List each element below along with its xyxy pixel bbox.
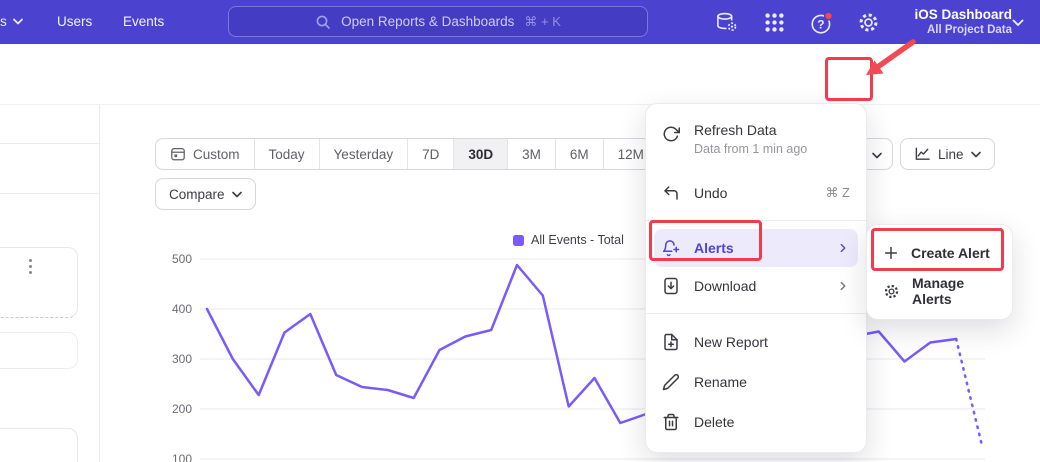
date-range-6m[interactable]: 6M [555, 139, 603, 169]
menu-item-label: Undo [694, 185, 727, 201]
y-axis-tick-label: 200 [172, 402, 192, 416]
undo-shortcut: ⌘ Z [825, 185, 850, 201]
left-sidebar [0, 104, 100, 462]
sidebar-card[interactable] [0, 428, 78, 462]
global-search-input[interactable]: Open Reports & Dashboards ⌘ + K [228, 6, 648, 37]
chart-type-button[interactable]: Line [900, 138, 995, 170]
search-shortcut-hint: ⌘ + K [524, 14, 561, 30]
menu-item-download[interactable]: Download [646, 267, 866, 305]
y-axis-tick-label: 500 [172, 252, 192, 266]
line-chart-icon [914, 146, 931, 162]
legend-label: All Events - Total [531, 233, 624, 247]
nav-item-cutoff-label: s [0, 14, 7, 29]
gear-icon [883, 283, 900, 300]
apps-grid-icon[interactable] [763, 11, 786, 34]
kebab-menu-icon[interactable] [29, 259, 32, 274]
menu-item-sublabel: Data from 1 min ago [694, 142, 807, 156]
svg-text:?: ? [817, 17, 824, 31]
menu-divider [646, 313, 866, 314]
refresh-icon [662, 125, 680, 143]
menu-item-undo[interactable]: Undo ⌘ Z [646, 174, 866, 212]
date-range-3m[interactable]: 3M [507, 139, 555, 169]
annotation-box-alerts [649, 220, 762, 261]
y-axis-tick-label: 300 [172, 352, 192, 366]
sidebar-card[interactable] [0, 247, 78, 318]
menu-item-label: Rename [694, 374, 747, 390]
chart-legend[interactable]: All Events - Total [513, 233, 624, 247]
nav-item-events[interactable]: Events [123, 14, 164, 29]
search-placeholder: Open Reports & Dashboards [341, 14, 514, 29]
project-scope: All Project Data [914, 23, 1012, 37]
project-name: iOS Dashboard [914, 6, 1012, 23]
annotation-arrow [855, 36, 921, 88]
date-range-label: Today [269, 147, 305, 162]
chevron-down-icon [232, 191, 242, 198]
calendar-icon [170, 146, 186, 162]
app-window: s Users Events Open Reports & Dashboards… [0, 0, 1040, 462]
date-range-label: Yesterday [334, 147, 394, 162]
sidebar-divider [0, 193, 99, 194]
y-axis-tick-label: 400 [172, 302, 192, 316]
compare-label: Compare [169, 187, 225, 202]
chevron-down-icon [13, 18, 23, 25]
menu-item-label: Download [694, 278, 756, 294]
menu-item-refresh-data[interactable]: Refresh Data Data from 1 min ago [646, 116, 866, 174]
date-range-custom[interactable]: Custom [156, 139, 254, 169]
search-icon [315, 14, 331, 30]
download-icon [662, 277, 680, 295]
compare-button[interactable]: Compare [155, 178, 256, 210]
y-axis-tick-label: 100 [172, 452, 192, 462]
chevron-down-icon [971, 151, 981, 158]
date-range-label: 3M [522, 147, 541, 162]
date-range-label: 6M [570, 147, 589, 162]
date-range-30d-selected[interactable]: 30D [453, 139, 507, 169]
data-management-icon[interactable] [715, 11, 738, 34]
date-range-today[interactable]: Today [254, 139, 319, 169]
date-range-7d[interactable]: 7D [407, 139, 453, 169]
project-selector[interactable]: iOS Dashboard All Project Data [914, 6, 1012, 37]
date-range-label: 7D [422, 147, 439, 162]
menu-item-delete[interactable]: Delete [646, 402, 866, 442]
project-chevron-down-icon[interactable] [1012, 19, 1024, 27]
submenu-item-manage-alerts[interactable]: Manage Alerts [867, 272, 1012, 310]
settings-gear-icon[interactable] [857, 11, 880, 34]
nav-item-users[interactable]: Users [57, 14, 92, 29]
date-range-label: 30D [468, 147, 493, 162]
date-range-label: 12M [618, 147, 644, 162]
menu-item-label: Delete [694, 414, 734, 430]
chart-line-dashed [956, 339, 982, 446]
menu-item-new-report[interactable]: New Report [646, 322, 866, 362]
menu-item-rename[interactable]: Rename [646, 362, 866, 402]
chevron-right-icon [836, 241, 850, 255]
chart-type-label: Line [938, 147, 964, 162]
date-range-label: Custom [193, 147, 240, 162]
more-options-menu: Refresh Data Data from 1 min ago Undo ⌘ … [645, 103, 867, 453]
chevron-down-icon [872, 152, 882, 159]
pencil-icon [662, 373, 680, 391]
file-plus-icon [662, 333, 680, 351]
chevron-right-icon [836, 279, 850, 293]
menu-item-label: New Report [694, 334, 768, 350]
menu-item-label: Refresh Data [694, 122, 807, 139]
annotation-box-create-alert [871, 228, 1004, 271]
submenu-item-label: Manage Alerts [912, 275, 996, 307]
sidebar-card[interactable] [0, 332, 78, 369]
trash-icon [662, 413, 680, 431]
legend-swatch [513, 235, 524, 246]
notification-dot [825, 12, 833, 20]
sidebar-divider [0, 143, 99, 144]
help-icon[interactable]: ? [809, 10, 835, 36]
date-range-control: Custom Today Yesterday 7D 30D 3M 6M 12M [155, 138, 659, 170]
undo-icon [662, 184, 680, 202]
date-range-yesterday[interactable]: Yesterday [319, 139, 408, 169]
nav-item-cutoff[interactable]: s [0, 14, 23, 29]
